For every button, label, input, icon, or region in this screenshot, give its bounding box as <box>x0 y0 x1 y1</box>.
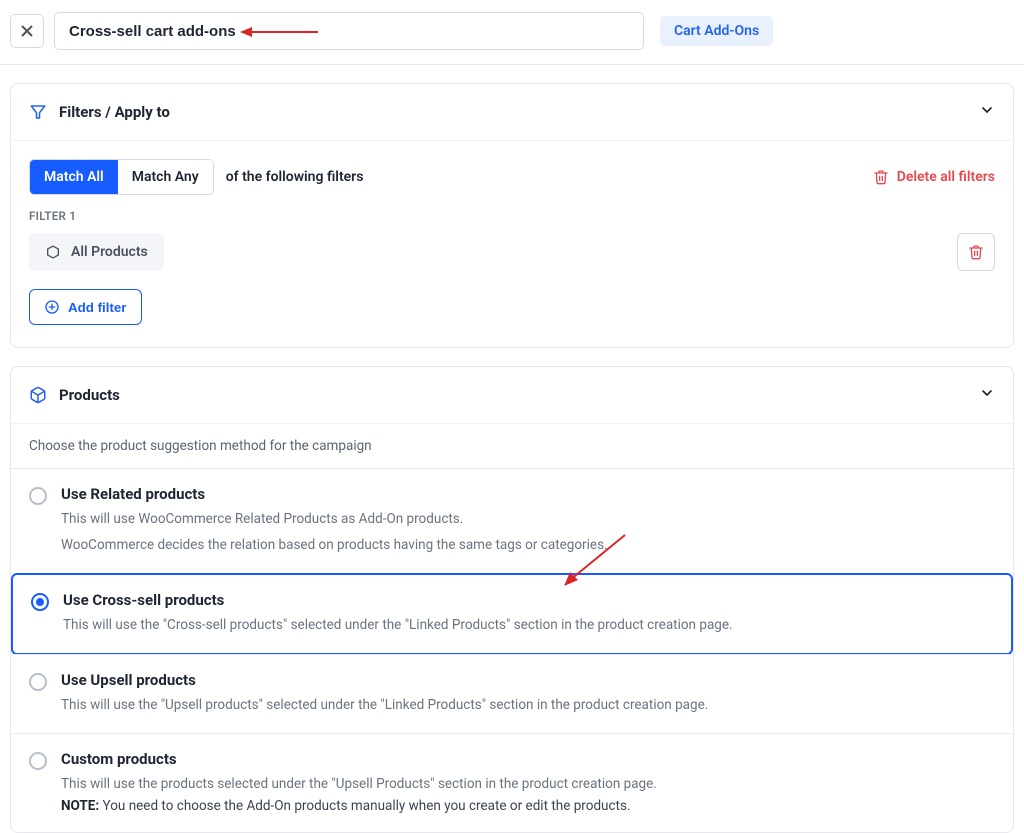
plus-circle-icon <box>44 299 60 315</box>
option-desc: This will use the "Cross-sell products" … <box>63 615 733 635</box>
filter-icon <box>29 103 47 121</box>
match-toggle[interactable]: Match All Match Any <box>29 159 214 195</box>
cube-icon <box>45 244 61 260</box>
add-filter-label: Add filter <box>68 300 127 315</box>
option-upsell-products[interactable]: Use Upsell products This will use the "U… <box>11 654 1013 733</box>
x-icon <box>20 24 34 38</box>
radio-icon <box>29 752 47 770</box>
option-title: Use Upsell products <box>61 671 708 689</box>
option-title: Use Related products <box>61 485 608 503</box>
delete-all-filters-button[interactable]: Delete all filters <box>873 169 995 185</box>
match-any-option[interactable]: Match Any <box>118 160 213 194</box>
delete-all-filters-label: Delete all filters <box>897 169 995 185</box>
match-all-option[interactable]: Match All <box>30 160 118 194</box>
campaign-type-badge: Cart Add-Ons <box>660 16 773 46</box>
option-custom-products[interactable]: Custom products This will use the produc… <box>11 733 1013 832</box>
campaign-title-input[interactable] <box>54 12 644 50</box>
products-section-header[interactable]: Products <box>11 367 1013 423</box>
radio-icon <box>31 593 49 611</box>
trash-icon <box>968 244 984 260</box>
option-desc: This will use WooCommerce Related Produc… <box>61 509 608 529</box>
option-title: Custom products <box>61 750 657 768</box>
match-suffix-text: of the following filters <box>226 169 364 185</box>
radio-icon <box>29 487 47 505</box>
option-desc: This will use the products selected unde… <box>61 774 657 794</box>
option-note: NOTE: You need to choose the Add-On prod… <box>61 798 657 814</box>
option-cross-sell-products[interactable]: Use Cross-sell products This will use th… <box>11 573 1013 655</box>
products-subtitle: Choose the product suggestion method for… <box>11 438 1013 468</box>
delete-filter-button[interactable] <box>957 233 995 271</box>
filter-chip-all-products[interactable]: All Products <box>29 233 164 271</box>
filters-heading: Filters / Apply to <box>59 103 170 121</box>
chevron-down-icon <box>979 102 995 122</box>
trash-icon <box>873 169 889 185</box>
add-filter-button[interactable]: Add filter <box>29 289 142 325</box>
filter-chip-label: All Products <box>71 244 148 260</box>
option-desc-2: WooCommerce decides the relation based o… <box>61 535 608 555</box>
radio-icon <box>29 673 47 691</box>
chevron-down-icon <box>979 385 995 405</box>
products-heading: Products <box>59 386 120 404</box>
close-button[interactable] <box>10 14 44 48</box>
filters-section-header[interactable]: Filters / Apply to <box>11 84 1013 140</box>
option-title: Use Cross-sell products <box>63 591 733 609</box>
box-icon <box>29 386 47 404</box>
filter-1-label: FILTER 1 <box>29 209 995 223</box>
option-desc: This will use the "Upsell products" sele… <box>61 695 708 715</box>
option-related-products[interactable]: Use Related products This will use WooCo… <box>11 468 1013 574</box>
